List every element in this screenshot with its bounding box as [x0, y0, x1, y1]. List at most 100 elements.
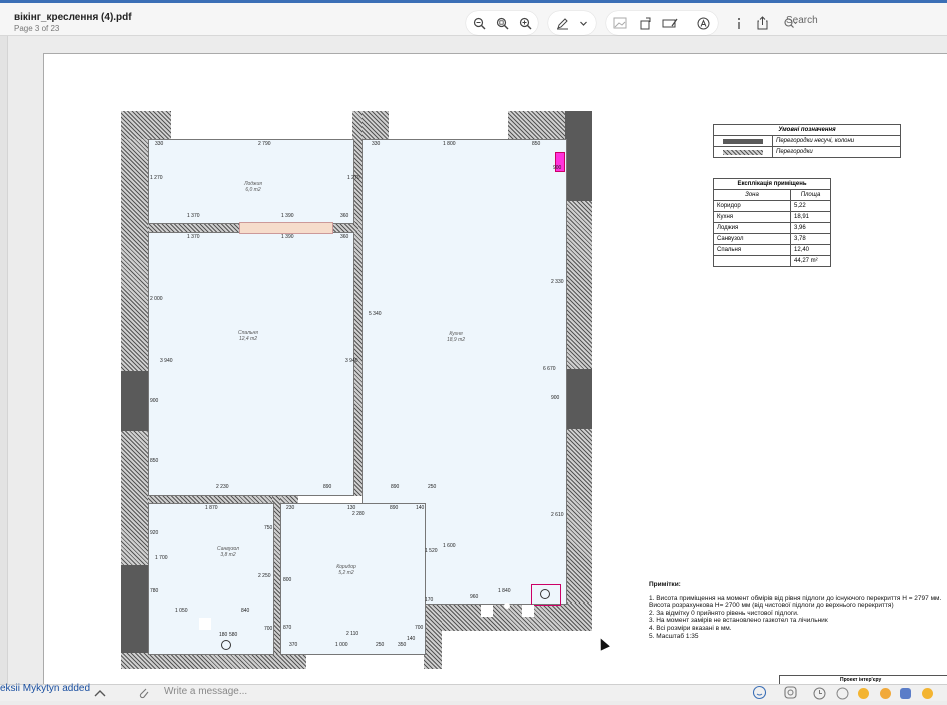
dim-label: 370: [289, 642, 298, 648]
dim-label: 900: [150, 398, 159, 404]
dim-label: 960: [470, 594, 479, 600]
dim-label: 900: [551, 395, 560, 401]
dim-label: 170: [425, 597, 434, 603]
dim-label: 140: [416, 505, 425, 511]
dim-label: 850: [532, 141, 541, 147]
table-row: Лоджия 3,96: [713, 222, 831, 234]
dim-label: 2 280: [352, 511, 365, 517]
emoji-face-icon[interactable]: [880, 688, 891, 699]
search-field[interactable]: Search: [786, 15, 818, 26]
emoji-face-icon[interactable]: [858, 688, 869, 699]
dim-label: 920: [150, 530, 159, 536]
share-icon[interactable]: [751, 11, 773, 35]
vent-3: [504, 603, 510, 609]
dim-label: 1 370: [187, 213, 200, 219]
table-row: Кухня 18,91: [713, 211, 831, 223]
table-row: Санвузол 3,78: [713, 233, 831, 245]
notes-title: Примітки:: [649, 581, 681, 588]
dim-label: 1 600: [443, 543, 456, 549]
explication-title: Експлікація приміщень: [713, 178, 831, 190]
emoji-robot-icon[interactable]: [900, 688, 911, 699]
dim-label: 2 000: [150, 296, 163, 302]
dim-label: 1 270: [347, 175, 360, 181]
dim-label: 890: [323, 484, 332, 490]
legend-swatch-partition: [713, 146, 773, 158]
message-input[interactable]: Write a message...: [164, 686, 247, 697]
explication-table: Експлікація приміщень Зона Площа Коридор 5…: [713, 178, 831, 267]
edit-controls: [606, 11, 718, 35]
zoom-controls: [466, 11, 538, 35]
dim-label: 1 000: [335, 642, 348, 648]
vent-1: [481, 605, 493, 617]
chevron-down-icon[interactable]: [572, 11, 594, 35]
dim-label: 1 370: [187, 234, 200, 240]
title-block-label: Проект інтер'єру: [840, 677, 882, 683]
table-row: Спальня 12,40: [713, 244, 831, 256]
dim-label: 890: [390, 505, 399, 511]
legend-table: Умовні позначення Перегородки несучі, ко…: [713, 124, 901, 158]
dim-label: 1 270: [150, 175, 163, 181]
zoom-out-icon[interactable]: [468, 11, 490, 35]
smile-icon[interactable]: [836, 687, 849, 705]
note-line: 5. Масштаб 1:35: [649, 632, 699, 640]
dim-label: 6 670: [543, 366, 556, 372]
dim-label: 360: [340, 213, 349, 219]
zoom-fit-icon[interactable]: [491, 11, 513, 35]
loggia-doorway: [239, 222, 333, 234]
emoji-face-icon[interactable]: [922, 688, 933, 699]
clock-icon[interactable]: [813, 687, 826, 705]
dim-label: 3 940: [345, 358, 358, 364]
chat-bar: eksii Mykytyn added Write a message...: [0, 684, 947, 701]
dim-label: 5 340: [369, 311, 382, 317]
dim-label: 2 230: [216, 484, 229, 490]
dim-label: 900: [553, 165, 562, 171]
column-right-top: [565, 111, 592, 201]
room-label-loggia: Лоджия 6,0 m2: [244, 181, 262, 193]
dim-label: 700: [415, 625, 424, 631]
dim-label: 870: [283, 625, 292, 631]
dim-label: 140: [407, 636, 416, 642]
chat-notification: eksii Mykytyn added: [0, 683, 91, 694]
dim-label: 180: [219, 632, 228, 638]
page-indicator: Page 3 of 23: [14, 24, 60, 33]
image-icon[interactable]: [609, 11, 631, 35]
dim-label: 3 940: [160, 358, 173, 364]
pen-icon[interactable]: [551, 11, 573, 35]
markup-icon[interactable]: [659, 11, 681, 35]
text-a-icon[interactable]: [692, 11, 714, 35]
dim-label: 890: [391, 484, 400, 490]
rotate-icon[interactable]: [634, 11, 656, 35]
info-icon[interactable]: [728, 11, 750, 35]
dim-label: 230: [286, 505, 295, 511]
chevron-up-icon[interactable]: [93, 685, 107, 703]
legend-swatch-bearing: [713, 135, 773, 147]
room-label-bath: Санвузол 3,8 m2: [217, 546, 239, 558]
explication-header: Зона: [713, 189, 791, 201]
legend-title: Умовні позначення: [713, 124, 901, 136]
zoom-in-icon[interactable]: [514, 11, 536, 35]
wall-top-left: [121, 111, 171, 139]
viewer-toolbar: вікінг_креслення (4).pdf Page 3 of 23 Se…: [0, 3, 947, 36]
table-row: 44,27 m²: [713, 255, 831, 267]
sticker-icon[interactable]: [783, 685, 798, 705]
dim-label: 1 520: [425, 548, 438, 554]
dim-label: 2 790: [258, 141, 271, 147]
explication-total: 44,27 m²: [790, 255, 831, 267]
legend-row: Перегородки несучі, колони: [772, 135, 901, 147]
sidebar-strip: [0, 36, 8, 684]
dim-label: 780: [150, 588, 159, 594]
dim-label: 330: [372, 141, 381, 147]
legend-row: Перегородки: [772, 146, 901, 158]
dim-label: 1 050: [175, 608, 188, 614]
wall-bottom: [121, 653, 306, 669]
dim-label: 1 800: [443, 141, 456, 147]
room-label-kitchen: Кухня 18,9 m2: [446, 331, 466, 343]
dim-label: 2 110: [346, 631, 359, 637]
note-line: 4. Всі розміри вказані в мм.: [649, 624, 732, 632]
dim-label: 1 390: [281, 234, 294, 240]
notes-block: Примітки: 1. Висота приміщення на момент…: [649, 581, 941, 640]
table-row: Коридор 5,22: [713, 200, 831, 212]
attach-icon[interactable]: [136, 685, 150, 704]
dim-label: 700: [264, 626, 273, 632]
emoji-icon[interactable]: [752, 685, 767, 705]
